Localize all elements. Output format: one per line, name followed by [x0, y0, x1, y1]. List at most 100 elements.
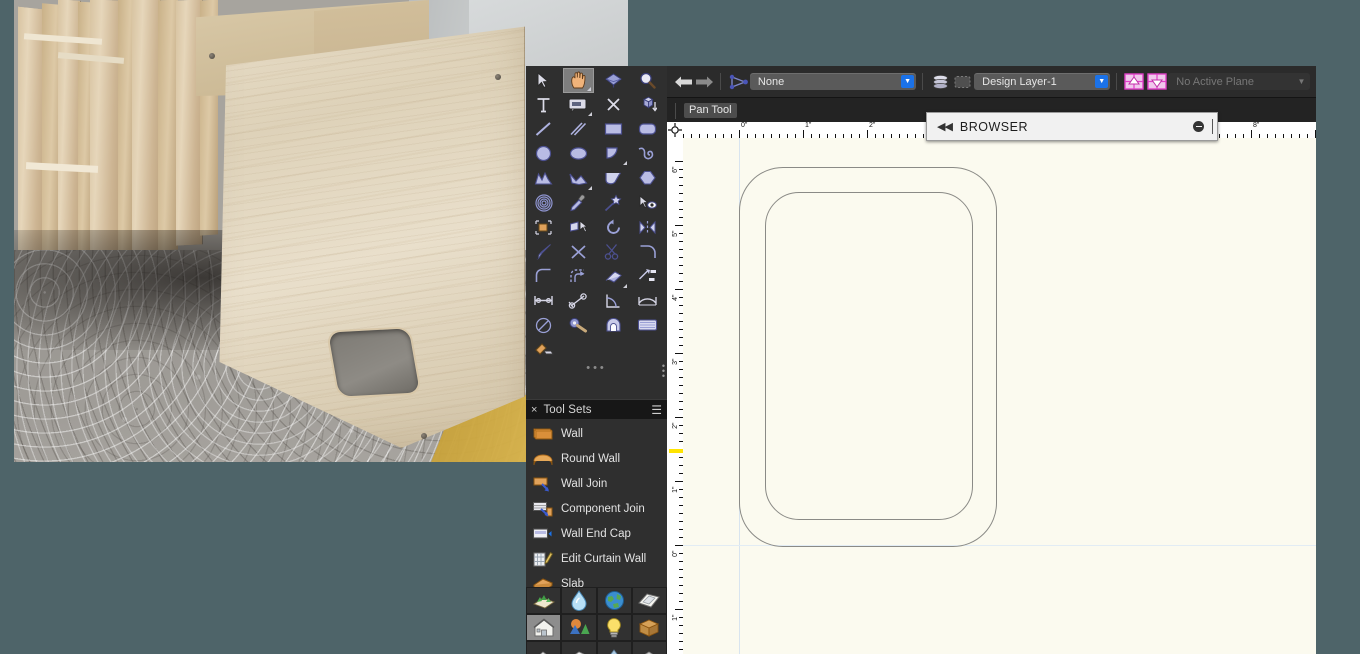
marker-tool-icon[interactable]: [598, 313, 629, 338]
align-working-plane-icon[interactable]: [1146, 72, 1169, 92]
line-tool-icon[interactable]: [528, 117, 559, 142]
building-house-icon[interactable]: [526, 614, 562, 641]
eyedropper-tool-icon[interactable]: [563, 191, 594, 216]
ruler-label: 5": [671, 230, 679, 237]
circle-tool-icon[interactable]: [528, 142, 559, 167]
minimize-button[interactable]: [1193, 121, 1204, 132]
spiral-tool-icon[interactable]: [528, 191, 559, 216]
polyline-tool-icon[interactable]: [528, 166, 559, 191]
polygon-tool-icon[interactable]: [563, 166, 594, 191]
dimension-chain-icon[interactable]: [563, 289, 594, 314]
forward-arrow-icon[interactable]: [694, 72, 715, 92]
set-working-plane-icon[interactable]: [1123, 72, 1146, 92]
palette-resize-handle[interactable]: • • •: [661, 276, 666, 466]
drawing-canvas[interactable]: [683, 138, 1316, 654]
active-plane-value: No Active Plane: [1176, 75, 1254, 88]
chamfer-tool-icon[interactable]: [528, 264, 559, 289]
active-plane-dropdown[interactable]: No Active Plane ▼: [1168, 73, 1310, 90]
layers-stack-icon[interactable]: [929, 72, 952, 92]
site-planning-icon[interactable]: [526, 587, 562, 614]
ellipse-tool-icon[interactable]: [563, 142, 594, 167]
globe-icon[interactable]: [596, 587, 632, 614]
ruler-label: 4": [671, 294, 679, 301]
tool-set-item-wall-join[interactable]: Wall Join: [526, 471, 667, 496]
offset-tool-icon[interactable]: [563, 264, 594, 289]
arc-tool-icon[interactable]: [598, 142, 629, 167]
origin-crosshair-icon[interactable]: [667, 122, 684, 139]
tool-set-item-component-join[interactable]: Component Join: [526, 496, 667, 521]
rounded-rectangle-tool-icon[interactable]: [632, 117, 663, 142]
callout-tool-icon[interactable]: [563, 93, 594, 118]
text-tool-icon[interactable]: [528, 93, 559, 118]
extrude-cube-icon[interactable]: [632, 93, 663, 118]
view-bar: None ▼ Design Layer-1 ▼ No Active Plane …: [667, 66, 1316, 98]
tool-row3-b-icon[interactable]: [561, 641, 597, 654]
paper-sheet-icon[interactable]: [631, 587, 667, 614]
attribute-brush-icon[interactable]: [528, 338, 559, 363]
view-link-icon[interactable]: [727, 72, 750, 92]
ruler-label: 2": [869, 122, 876, 129]
select-similar-icon[interactable]: [632, 191, 663, 216]
saved-view-value: None: [757, 75, 785, 88]
tool-set-label: Component Join: [561, 502, 645, 515]
active-tool-name: Pan Tool: [684, 103, 737, 118]
nurbs-curve-icon[interactable]: [598, 166, 629, 191]
saved-view-dropdown[interactable]: None ▼: [749, 73, 917, 90]
mirror-tool-icon[interactable]: [632, 215, 663, 240]
rectangle-tool-icon[interactable]: [598, 117, 629, 142]
trim-knife-icon[interactable]: [528, 240, 559, 265]
clip-cube-icon[interactable]: [528, 215, 559, 240]
eraser-tool-icon[interactable]: [598, 264, 629, 289]
zoom-magnifier-icon[interactable]: [632, 68, 663, 93]
tool-row3-d-icon[interactable]: [631, 641, 667, 654]
magic-wand-icon[interactable]: [598, 191, 629, 216]
rotate-tool-icon[interactable]: [598, 215, 629, 240]
box-package-icon[interactable]: [631, 614, 667, 641]
ruler-label: 3": [671, 358, 679, 365]
close-icon[interactable]: ×: [531, 404, 537, 416]
flyout-corner-icon: [622, 283, 627, 288]
selection-arrow-icon[interactable]: [528, 68, 559, 93]
photo-screw: [421, 433, 427, 439]
ruler-tick-major: [675, 481, 683, 482]
tool-row3-c-icon[interactable]: [596, 641, 632, 654]
back-arrow-icon[interactable]: [673, 72, 694, 92]
dimension-angular-icon[interactable]: [598, 289, 629, 314]
split-x-icon[interactable]: [563, 240, 594, 265]
tool-set-item-wall[interactable]: Wall: [526, 421, 667, 446]
tool-set-label: Wall Join: [561, 477, 608, 490]
move-by-points-icon[interactable]: [563, 215, 594, 240]
dimension-radial-icon[interactable]: [528, 313, 559, 338]
connect-combine-icon[interactable]: [632, 264, 663, 289]
collapse-icon[interactable]: ◀◀: [927, 120, 960, 133]
lightbulb-icon[interactable]: [596, 614, 632, 641]
scissors-icon[interactable]: [598, 240, 629, 265]
ruler-label: 1": [805, 122, 812, 129]
x-delete-tool-icon[interactable]: [598, 93, 629, 118]
tool-set-item-round-wall[interactable]: Round Wall: [526, 446, 667, 471]
tool-set-item-edit-curtain-wall[interactable]: Edit Curtain Wall: [526, 546, 667, 571]
tool-row3-a-icon[interactable]: [526, 641, 562, 654]
dimension-arc-icon[interactable]: [632, 289, 663, 314]
section-line-icon[interactable]: [632, 313, 663, 338]
fillet-tool-icon[interactable]: [632, 240, 663, 265]
tape-measure-icon[interactable]: [563, 313, 594, 338]
spiral-freehand-icon[interactable]: [632, 142, 663, 167]
pan-hand-icon[interactable]: [562, 68, 594, 93]
water-drop-icon[interactable]: [561, 587, 597, 614]
dimension-linear-icon[interactable]: [528, 289, 559, 314]
double-line-tool-icon[interactable]: [563, 117, 594, 142]
class-icon[interactable]: [952, 72, 975, 92]
vertical-ruler[interactable]: 6" 5" 4" 3" 2" 1" 0" 1": [667, 138, 684, 654]
palette-drag-dots[interactable]: •••: [526, 362, 667, 375]
color-shapes-icon[interactable]: [561, 614, 597, 641]
chevron-down-icon: ▼: [1095, 75, 1109, 88]
tool-set-item-wall-end-cap[interactable]: Wall End Cap: [526, 521, 667, 546]
inner-rounded-rectangle[interactable]: [765, 192, 973, 520]
basic-tools-palette: ••• × Tool Sets ☰ Wall Round Wall Wall J…: [526, 66, 668, 654]
resize-grip[interactable]: [1212, 119, 1213, 134]
browser-panel[interactable]: ◀◀ BROWSER: [926, 112, 1218, 141]
flyover-icon[interactable]: [598, 68, 629, 93]
regular-polygon-icon[interactable]: [632, 166, 663, 191]
active-layer-dropdown[interactable]: Design Layer-1 ▼: [974, 73, 1111, 90]
